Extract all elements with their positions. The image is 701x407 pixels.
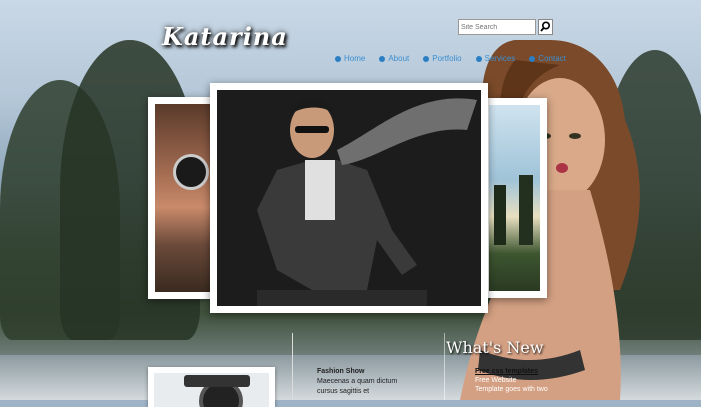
nav-home[interactable]: Home xyxy=(335,54,365,63)
news-item-text: Maecenas a quam dictum xyxy=(317,378,398,385)
nav-label: Contact xyxy=(538,54,566,63)
nav-label: Services xyxy=(484,54,516,63)
gallery-featured[interactable] xyxy=(210,83,488,313)
main-nav: Home About Portfolio Services Contact xyxy=(335,54,566,63)
bullet-icon xyxy=(335,55,341,62)
nav-about[interactable]: About xyxy=(379,54,409,63)
nav-contact[interactable]: Contact xyxy=(529,54,566,63)
search-icon xyxy=(540,21,551,32)
search-box xyxy=(458,19,553,35)
nav-label: Portfolio xyxy=(432,54,462,63)
whats-new-line: Template goes with two xyxy=(475,386,548,393)
search-button[interactable] xyxy=(538,19,553,35)
gallery-thumb-left[interactable] xyxy=(148,97,218,299)
column-divider xyxy=(292,333,293,400)
sunset-trees-photo xyxy=(489,105,540,291)
nav-label: Home xyxy=(344,54,366,63)
bullet-icon xyxy=(529,55,536,62)
man-in-jacket-photo xyxy=(217,90,481,306)
bullet-icon xyxy=(475,55,482,62)
search-input[interactable] xyxy=(458,19,536,35)
nav-services[interactable]: Services xyxy=(475,54,516,63)
nav-label: About xyxy=(388,54,410,63)
bullet-icon xyxy=(423,55,430,62)
camera-photo xyxy=(154,373,269,407)
whats-new-link[interactable]: Free css templates xyxy=(475,367,548,376)
site-logo[interactable]: Katarina xyxy=(162,22,288,51)
featured-photo-graphic xyxy=(217,90,481,306)
news-item-text: cursus sagittis et xyxy=(317,388,370,395)
portrait-photo xyxy=(155,104,211,292)
gallery-thumb-right[interactable] xyxy=(482,98,547,298)
whats-new-body: Free css templates Free Website Template… xyxy=(475,367,548,394)
whats-new-title: What's New xyxy=(446,338,544,357)
bullet-icon xyxy=(379,55,386,62)
whats-new-line: Free Website xyxy=(475,377,517,384)
news-thumbnail[interactable] xyxy=(148,367,275,407)
nav-portfolio[interactable]: Portfolio xyxy=(423,54,462,63)
news-item-title[interactable]: Fashion Show xyxy=(317,367,397,377)
column-divider xyxy=(444,333,445,400)
news-section: Fashion Show Maecenas a quam dictum curs… xyxy=(317,367,397,397)
